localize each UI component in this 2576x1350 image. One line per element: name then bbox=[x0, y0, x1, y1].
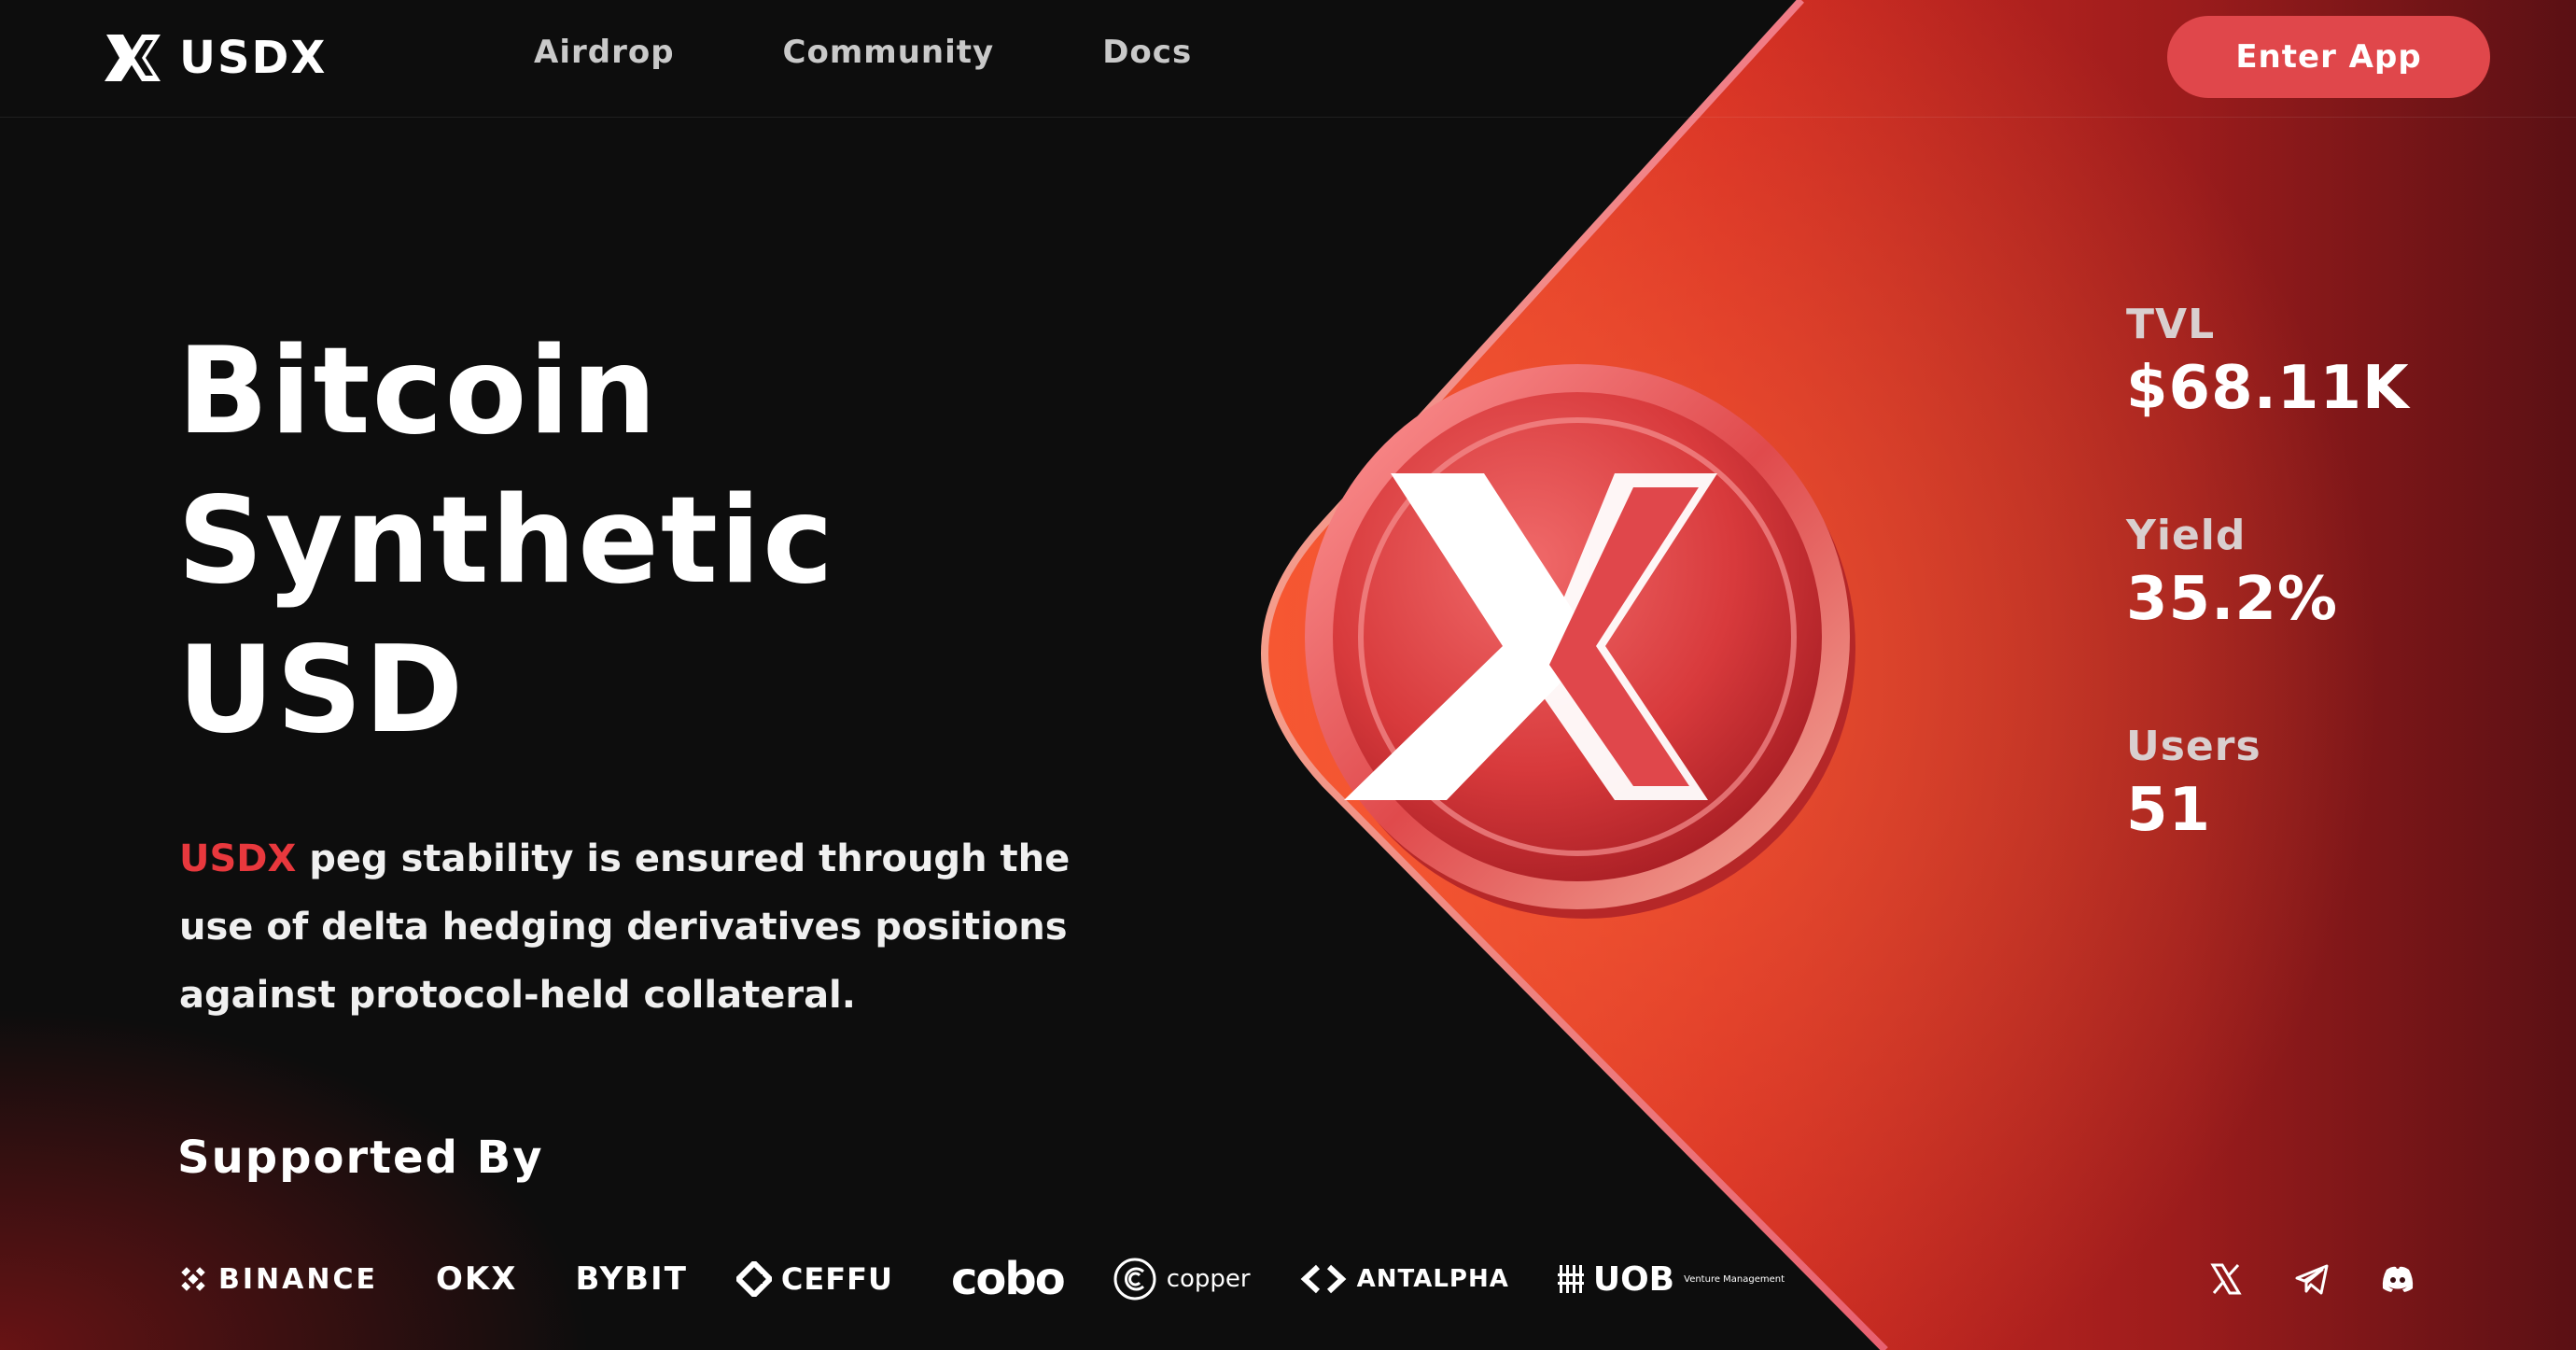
partner-ceffu[interactable]: CEFFU bbox=[735, 1261, 893, 1297]
partner-logos: BINANCE OKX BYBIT CEFFU cobo copper ANTA… bbox=[177, 1253, 1785, 1305]
nav-airdrop[interactable]: Airdrop bbox=[534, 34, 675, 71]
partner-name: ANTALPHA bbox=[1356, 1265, 1509, 1293]
partner-copper[interactable]: copper bbox=[1113, 1257, 1251, 1301]
telegram-icon[interactable] bbox=[2293, 1260, 2331, 1298]
hero-title: Bitcoin Synthetic USD bbox=[177, 317, 835, 766]
hero-title-line: USD bbox=[177, 621, 466, 760]
stat-value: 51 bbox=[2126, 776, 2212, 845]
discord-icon[interactable] bbox=[2379, 1260, 2416, 1298]
stat-users: Users 51 bbox=[2126, 721, 2410, 848]
stat-tvl: TVL $68.11K bbox=[2126, 299, 2410, 426]
site-header: USDX Airdrop Community Docs Enter App bbox=[0, 0, 2576, 118]
partner-name: BYBIT bbox=[575, 1260, 688, 1298]
partner-name: BINANCE bbox=[218, 1262, 378, 1296]
stat-label: Users bbox=[2126, 723, 2261, 770]
usdx-logo-icon bbox=[105, 35, 161, 81]
stats-panel: TVL $68.11K Yield 35.2% Users 51 bbox=[2126, 299, 2410, 932]
stat-label: Yield bbox=[2126, 512, 2247, 559]
usdx-coin-illustration bbox=[1305, 364, 1855, 919]
partner-name: OKX bbox=[435, 1260, 518, 1298]
partner-subtitle: Venture Management bbox=[1684, 1273, 1785, 1285]
hero-description: USDX peg stability is ensured through th… bbox=[179, 825, 1103, 1030]
supported-by-heading: Supported By bbox=[177, 1132, 544, 1184]
partner-antalpha[interactable]: ANTALPHA bbox=[1299, 1263, 1509, 1295]
stat-value: 35.2% bbox=[2126, 565, 2339, 634]
brand-name: USDX bbox=[179, 32, 328, 84]
social-links bbox=[2207, 1260, 2416, 1298]
ceffu-icon bbox=[735, 1261, 772, 1297]
hero-title-line: Bitcoin bbox=[177, 322, 659, 461]
enter-app-button[interactable]: Enter App bbox=[2167, 16, 2490, 98]
partner-name: CEFFU bbox=[780, 1261, 893, 1297]
main-nav: Airdrop Community Docs bbox=[534, 34, 1192, 71]
nav-docs[interactable]: Docs bbox=[1102, 34, 1192, 71]
partner-binance[interactable]: BINANCE bbox=[177, 1263, 378, 1296]
stat-yield: Yield 35.2% bbox=[2126, 510, 2410, 637]
binance-icon bbox=[181, 1267, 205, 1291]
partner-name: cobo bbox=[950, 1253, 1066, 1305]
partner-uob[interactable]: UOB Venture Management bbox=[1557, 1259, 1785, 1299]
nav-community[interactable]: Community bbox=[783, 34, 995, 71]
x-twitter-icon[interactable] bbox=[2207, 1260, 2245, 1298]
partner-name: copper bbox=[1166, 1265, 1251, 1293]
stat-value: $68.11K bbox=[2126, 354, 2410, 423]
description-accent: USDX bbox=[179, 837, 297, 880]
stat-label: TVL bbox=[2126, 301, 2216, 348]
brand-logo[interactable]: USDX bbox=[105, 32, 327, 84]
partner-bybit[interactable]: BYBIT bbox=[566, 1260, 687, 1298]
partner-cobo[interactable]: cobo bbox=[942, 1253, 1066, 1305]
partner-okx[interactable]: OKX bbox=[427, 1260, 517, 1298]
description-text: peg stability is ensured through the use… bbox=[179, 837, 1071, 1017]
uob-icon bbox=[1557, 1265, 1584, 1293]
partner-name: UOB bbox=[1592, 1259, 1675, 1299]
copper-icon bbox=[1113, 1258, 1156, 1301]
hero-title-line: Synthetic bbox=[177, 471, 835, 611]
antalpha-icon bbox=[1300, 1264, 1347, 1294]
